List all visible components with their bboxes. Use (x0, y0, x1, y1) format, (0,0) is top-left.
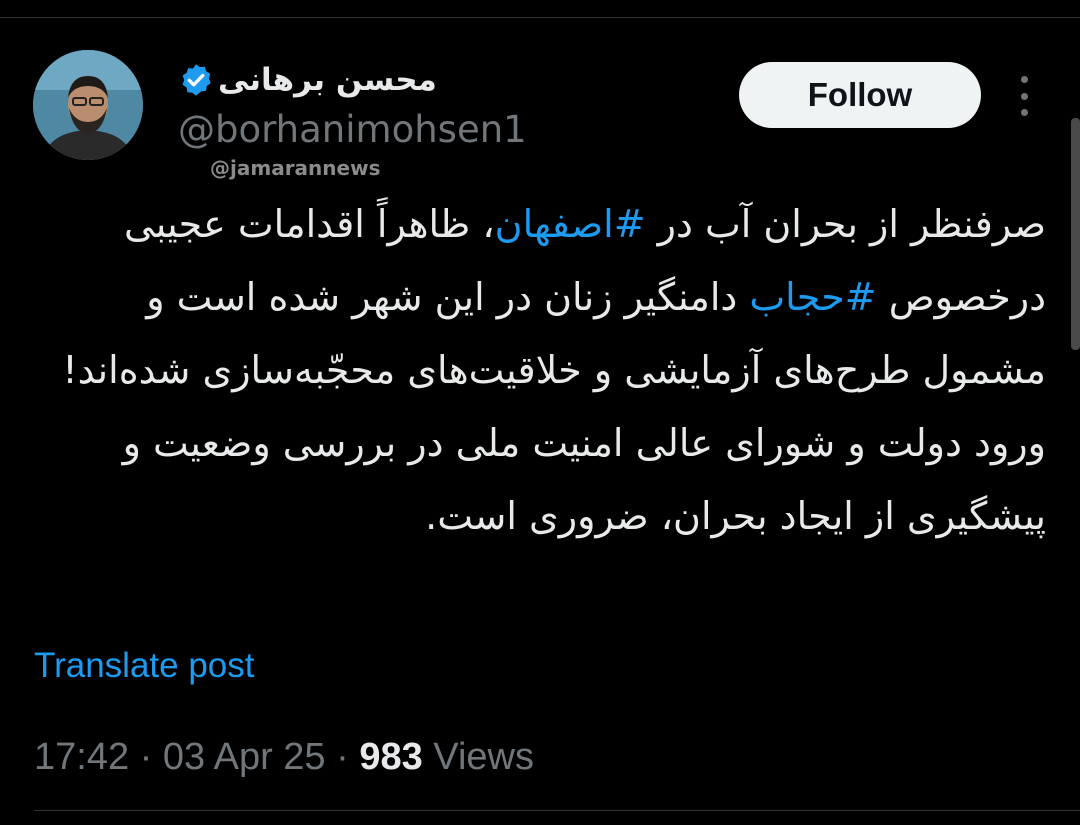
tweet-paragraph-2: ورود دولت و شورای عالی امنیت ملی در بررس… (122, 421, 1046, 538)
verified-badge-icon (182, 64, 211, 96)
translate-post-link[interactable]: Translate post (34, 644, 254, 688)
tweet-text: صرفنظر از بحران آب در #اصفهان، ظاهراً اق… (30, 188, 1046, 553)
meta-separator: · (325, 736, 360, 778)
scrollbar[interactable] (1071, 118, 1080, 350)
hashtag-link[interactable]: #حجاب (749, 275, 876, 319)
more-dot (1020, 76, 1028, 83)
tweet-text-segment: صرفنظر از بحران آب در (645, 202, 1046, 246)
author-display-name[interactable]: محسن برهانی (218, 58, 438, 102)
views-count: 983 (359, 736, 423, 778)
follow-button[interactable]: Follow (739, 62, 981, 128)
more-dot (1020, 92, 1028, 100)
tweet-paragraph-1: صرفنظر از بحران آب در #اصفهان، ظاهراً اق… (30, 188, 1046, 407)
author-avatar[interactable] (33, 50, 143, 160)
top-divider (0, 17, 1080, 18)
source-watermark: @jamarannews (210, 156, 381, 180)
author-handle[interactable]: @borhanimohsen1 (178, 108, 527, 152)
post-date[interactable]: 03 Apr 25 (163, 736, 326, 778)
views-label: Views (422, 736, 534, 778)
tweet-meta: 17:42 · 03 Apr 25 · 983 Views (34, 733, 534, 781)
bottom-divider (34, 810, 1080, 811)
post-time[interactable]: 17:42 (34, 736, 129, 778)
more-vertical-icon[interactable] (1012, 76, 1036, 116)
avatar-photo (33, 50, 143, 160)
hashtag-link[interactable]: #اصفهان (495, 202, 646, 246)
meta-separator: · (129, 736, 163, 778)
more-dot (1020, 109, 1028, 116)
